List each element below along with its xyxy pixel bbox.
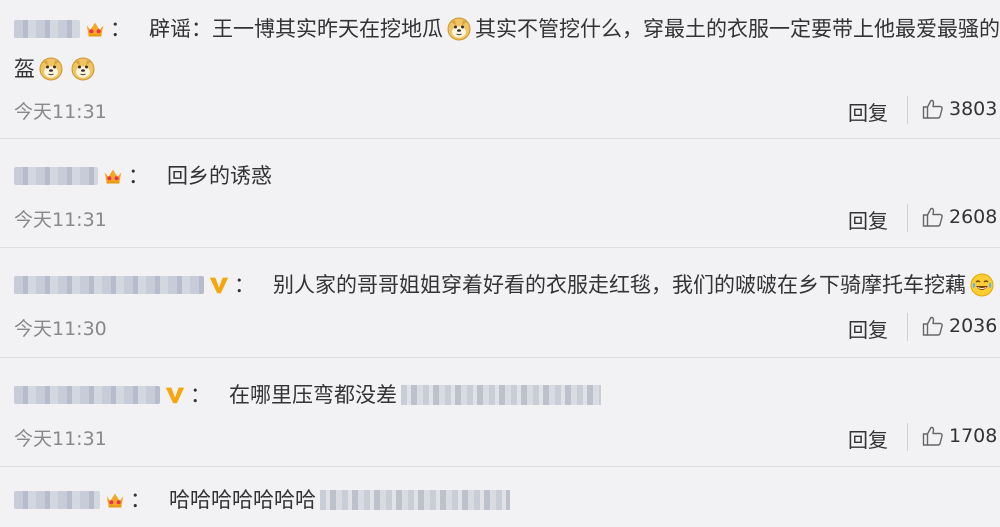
divider <box>907 204 908 232</box>
divider <box>907 313 908 341</box>
reply-button[interactable]: 回复 <box>848 424 888 453</box>
laughing-tears-emoji-icon <box>970 273 994 297</box>
colon-separator: ： <box>130 488 151 512</box>
reply-button[interactable]: 回复 <box>848 314 888 343</box>
blurred-text <box>401 385 601 405</box>
comment-item: ： 回乡的诱惑 今天11:31 回复 2608 <box>0 139 1000 248</box>
comment-text: 辟谣：王一博其实昨天在挖地瓜 <box>149 17 443 41</box>
like-count: 2608 <box>949 206 998 228</box>
doge-emoji-icon <box>71 57 95 81</box>
v-verified-icon <box>208 274 230 296</box>
blurred-text <box>320 490 510 510</box>
v-verified-icon <box>164 384 186 406</box>
doge-emoji-icon <box>447 17 471 41</box>
divider <box>907 96 908 124</box>
comment-content-line: ： 辟谣：王一博其实昨天在挖地瓜 其实不管挖什么，穿最土的衣服一定要带上他最爱最… <box>14 14 1000 44</box>
crown-icon <box>102 165 124 187</box>
comment-content-line: ： 哈哈哈哈哈哈哈 <box>14 485 1000 515</box>
comment-item: ： 在哪里压弯都没差 今天11:31 回复 1708 <box>0 358 1000 467</box>
comment-content-line: ： 别人家的哥哥姐姐穿着好看的衣服走红毯，我们的啵啵在乡下骑摩托车挖藕 <box>14 270 1000 300</box>
comment-item: ： 别人家的哥哥姐姐穿着好看的衣服走红毯，我们的啵啵在乡下骑摩托车挖藕 今天11… <box>0 248 1000 358</box>
comment-text: 哈哈哈哈哈哈哈 <box>169 488 316 512</box>
comment-item: ： 辟谣：王一博其实昨天在挖地瓜 其实不管挖什么，穿最土的衣服一定要带上他最爱最… <box>0 0 1000 139</box>
username-blurred[interactable] <box>14 386 160 404</box>
crown-icon <box>84 18 106 40</box>
comment-item: ： 哈哈哈哈哈哈哈 <box>0 467 1000 527</box>
colon-separator: ： <box>234 273 255 297</box>
thumbs-up-icon <box>921 97 945 121</box>
like-count: 3803 <box>949 98 998 120</box>
username-blurred[interactable] <box>14 167 98 185</box>
like-button[interactable]: 3803 <box>921 97 997 121</box>
comment-timestamp: 今天11:31 <box>14 428 107 450</box>
colon-separator: ： <box>190 383 211 407</box>
reply-button[interactable]: 回复 <box>848 97 888 126</box>
thumbs-up-icon <box>921 314 945 338</box>
like-count: 1708 <box>949 425 998 447</box>
comment-text: 别人家的哥哥姐姐穿着好看的衣服走红毯，我们的啵啵在乡下骑摩托车挖藕 <box>273 273 966 297</box>
like-button[interactable]: 2608 <box>921 205 997 229</box>
colon-separator: ： <box>128 164 149 188</box>
like-button[interactable]: 2036 <box>921 314 997 338</box>
username-blurred[interactable] <box>14 20 80 38</box>
crown-icon <box>104 489 126 511</box>
doge-emoji-icon <box>39 57 63 81</box>
thumbs-up-icon <box>921 424 945 448</box>
comment-text-continued: 其实不管挖什么，穿最土的衣服一定要带上他最爱最骚的头 <box>475 17 1000 41</box>
comment-text: 回乡的诱惑 <box>167 164 272 188</box>
comment-content-line: ： 在哪里压弯都没差 <box>14 380 1000 410</box>
comment-text: 在哪里压弯都没差 <box>229 383 397 407</box>
username-blurred[interactable] <box>14 491 100 509</box>
comment-timestamp: 今天11:31 <box>14 101 107 123</box>
comment-timestamp: 今天11:31 <box>14 209 107 231</box>
colon-separator: ： <box>110 17 131 41</box>
comment-content-line: ： 回乡的诱惑 <box>14 161 1000 191</box>
like-button[interactable]: 1708 <box>921 424 997 448</box>
username-blurred[interactable] <box>14 276 204 294</box>
thumbs-up-icon <box>921 205 945 229</box>
like-count: 2036 <box>949 315 998 337</box>
comment-timestamp: 今天11:30 <box>14 318 107 340</box>
reply-button[interactable]: 回复 <box>848 205 888 234</box>
comment-text-tail: 盔 <box>14 57 35 81</box>
comment-content-wrap: 盔 <box>14 54 99 84</box>
divider <box>907 423 908 451</box>
